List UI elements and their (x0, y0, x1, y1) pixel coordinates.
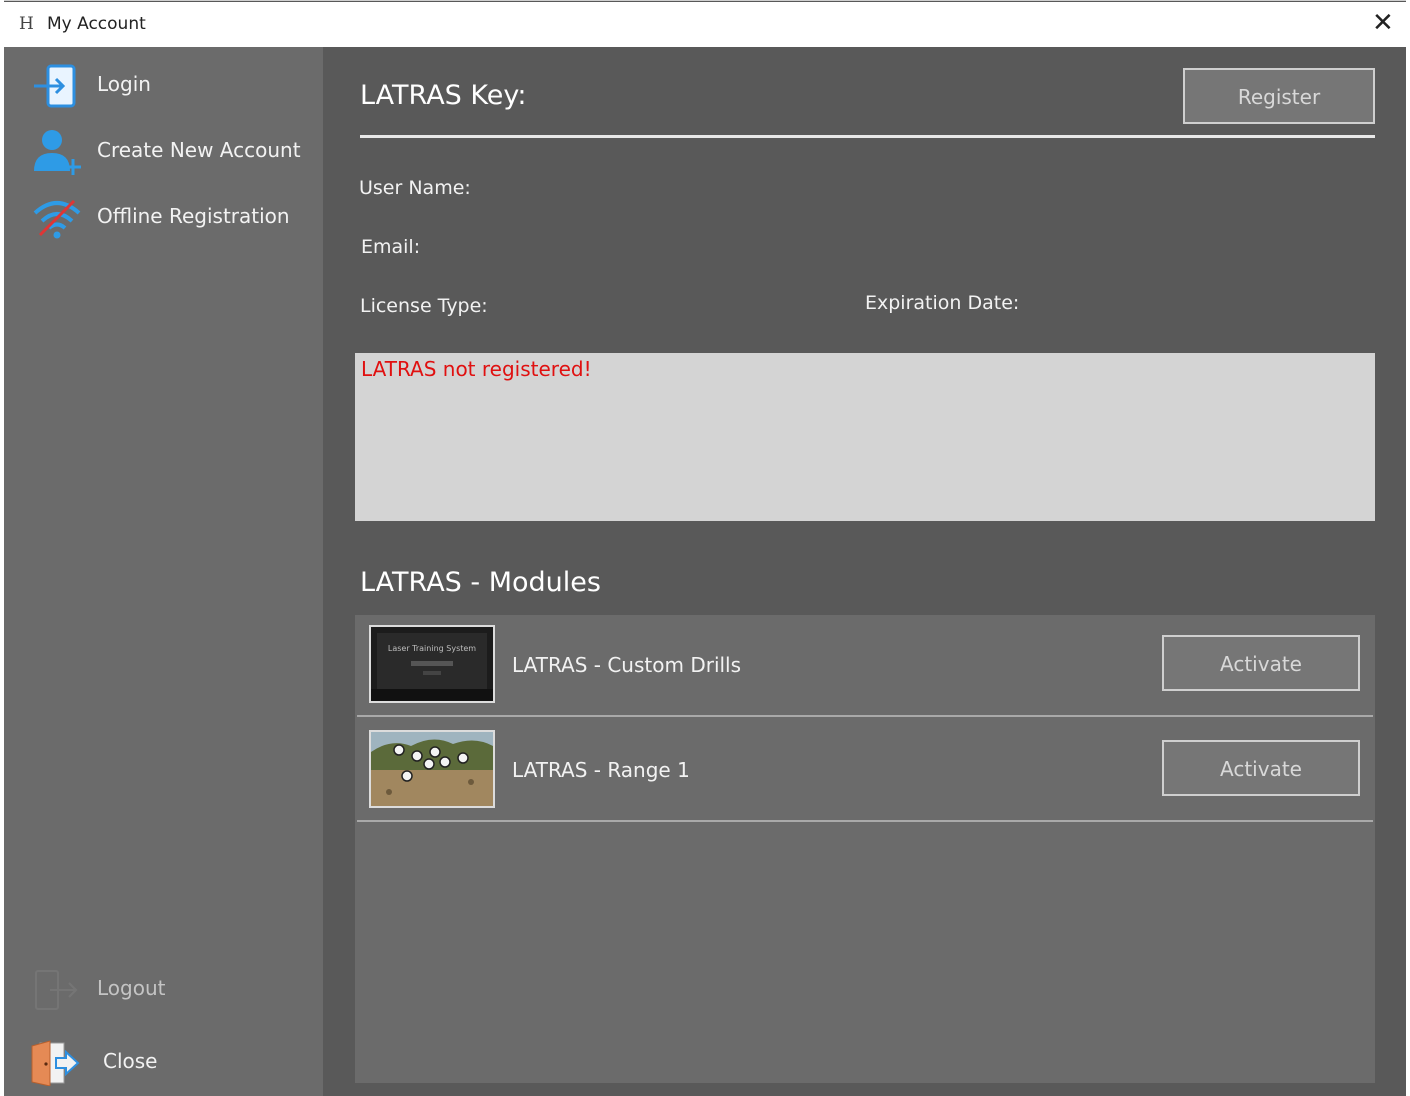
title-divider (360, 135, 1375, 138)
exit-door-icon (31, 1040, 80, 1086)
my-account-window: H My Account ✕ Login Create New Account (4, 0, 1406, 1096)
sidebar-item-create-account[interactable]: Create New Account (4, 123, 323, 179)
sidebar: Login Create New Account Offline Registr… (4, 47, 323, 1096)
sidebar-item-label: Login (97, 72, 151, 96)
sidebar-item-offline-registration[interactable]: Offline Registration (4, 189, 323, 245)
range-thumbnail (371, 732, 493, 806)
module-thumbnail (369, 730, 495, 808)
module-thumbnail: Laser Training System (369, 625, 495, 703)
module-row: LATRAS - Range 1 Activate (357, 720, 1373, 822)
thumbnail-caption: Laser Training System (387, 644, 477, 653)
main-panel: LATRAS Key: Register User Name: Email: L… (323, 47, 1406, 1096)
modules-title: LATRAS - Modules (360, 567, 601, 598)
app-icon: H (19, 14, 34, 34)
sidebar-item-label: Logout (97, 976, 166, 1000)
user-name-label: User Name: (359, 177, 471, 199)
activate-button[interactable]: Activate (1162, 740, 1360, 796)
custom-drills-thumbnail (371, 627, 493, 701)
wifi-icon (33, 199, 81, 239)
sidebar-item-close[interactable]: Close (4, 1034, 323, 1090)
login-icon (34, 64, 76, 108)
registration-status-box: LATRAS not registered! (355, 353, 1375, 521)
expiration-date-label: Expiration Date: (865, 292, 1020, 314)
logout-icon (35, 970, 78, 1010)
add-user-icon (34, 130, 81, 175)
module-name: LATRAS - Custom Drills (512, 653, 742, 677)
email-label: Email: (361, 236, 421, 258)
module-row: Laser Training System LATRAS - Custom Dr… (357, 615, 1373, 717)
sidebar-item-label: Close (103, 1049, 158, 1073)
latras-key-title: LATRAS Key: (360, 80, 527, 111)
sidebar-item-logout[interactable]: Logout (4, 961, 323, 1017)
license-type-label: License Type: (360, 295, 488, 317)
module-name: LATRAS - Range 1 (512, 758, 690, 782)
sidebar-item-label: Offline Registration (97, 204, 290, 228)
window-title: My Account (47, 14, 146, 34)
sidebar-item-label: Create New Account (97, 138, 301, 162)
modules-list: Laser Training System LATRAS - Custom Dr… (355, 615, 1375, 1083)
sidebar-item-login[interactable]: Login (4, 57, 323, 113)
status-message: LATRAS not registered! (361, 357, 592, 381)
close-window-icon[interactable]: ✕ (1372, 8, 1394, 38)
register-button[interactable]: Register (1183, 68, 1375, 124)
activate-button[interactable]: Activate (1162, 635, 1360, 691)
title-bar: H My Account ✕ (4, 2, 1406, 47)
